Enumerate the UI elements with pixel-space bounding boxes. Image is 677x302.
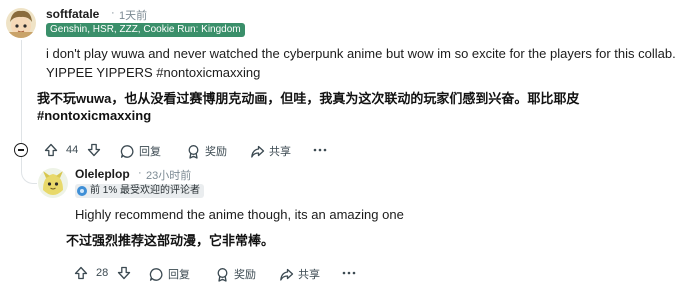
comment-body-line-1: i don't play wuwa and never watched the …: [46, 46, 676, 61]
avatar[interactable]: [38, 168, 68, 198]
comment-username[interactable]: softfatale: [46, 7, 99, 21]
reply-timestamp[interactable]: 23小时前: [146, 167, 191, 183]
award-label: 奖励: [205, 146, 227, 158]
upvote-icon: [74, 266, 88, 280]
reply-label: 回复: [139, 146, 161, 158]
comment-body-line-2: YIPPEE YIPPERS #nontoxicmaxxing: [46, 65, 261, 80]
award-icon: [217, 267, 228, 282]
top-commenter-badge-icon: [77, 186, 87, 196]
share-button[interactable]: 共享: [250, 143, 291, 159]
more-options-button[interactable]: [312, 144, 328, 156]
vote-count: 28: [96, 267, 109, 279]
more-options-button[interactable]: [341, 267, 357, 279]
top-commenter-flair-text: 前 1% 最受欢迎的评论者: [90, 185, 201, 196]
share-label: 共享: [298, 269, 320, 281]
comment-bubble-icon: [120, 144, 134, 158]
reply-label: 回复: [168, 269, 190, 281]
reply-body: Highly recommend the anime though, its a…: [75, 207, 404, 222]
meta-separator: ·: [138, 167, 142, 179]
top-commenter-flair: 前 1% 最受欢迎的评论者: [75, 184, 205, 198]
comment-timestamp[interactable]: 1天前: [119, 7, 147, 23]
award-icon: [188, 144, 199, 159]
upvote-button[interactable]: [44, 143, 58, 157]
collapse-thread-button[interactable]: [14, 143, 28, 157]
reply-translation: 不过强烈推荐这部动漫，它非常棒。: [66, 233, 275, 248]
comment-bubble-icon: [149, 267, 163, 281]
minus-icon: [18, 149, 24, 151]
upvote-icon: [44, 143, 58, 157]
share-icon: [251, 145, 265, 158]
downvote-button[interactable]: [117, 266, 131, 280]
downvote-icon: [117, 266, 131, 280]
user-flair: Genshin, HSR, ZZZ, Cookie Run: Kingdom: [46, 23, 245, 37]
upvote-button[interactable]: [74, 266, 88, 280]
thread-line: [21, 40, 22, 144]
vote-count: 44: [66, 144, 79, 156]
award-label: 奖励: [234, 269, 256, 281]
award-button[interactable]: 奖励: [215, 266, 256, 282]
share-icon: [280, 268, 294, 281]
reply-username[interactable]: Oleleplop: [75, 167, 130, 181]
share-label: 共享: [269, 146, 291, 158]
reply-thread-connector: [21, 156, 37, 184]
avatar[interactable]: [6, 8, 36, 38]
downvote-button[interactable]: [87, 143, 101, 157]
downvote-icon: [87, 143, 101, 157]
more-icon: [342, 271, 356, 275]
reply-button[interactable]: 回复: [120, 143, 161, 159]
share-button[interactable]: 共享: [279, 266, 320, 282]
meta-separator: ·: [111, 7, 115, 19]
more-icon: [313, 148, 327, 152]
comment-translation-line-2: #nontoxicmaxxing: [37, 108, 152, 123]
reply-button[interactable]: 回复: [149, 266, 190, 282]
award-button[interactable]: 奖励: [186, 143, 227, 159]
